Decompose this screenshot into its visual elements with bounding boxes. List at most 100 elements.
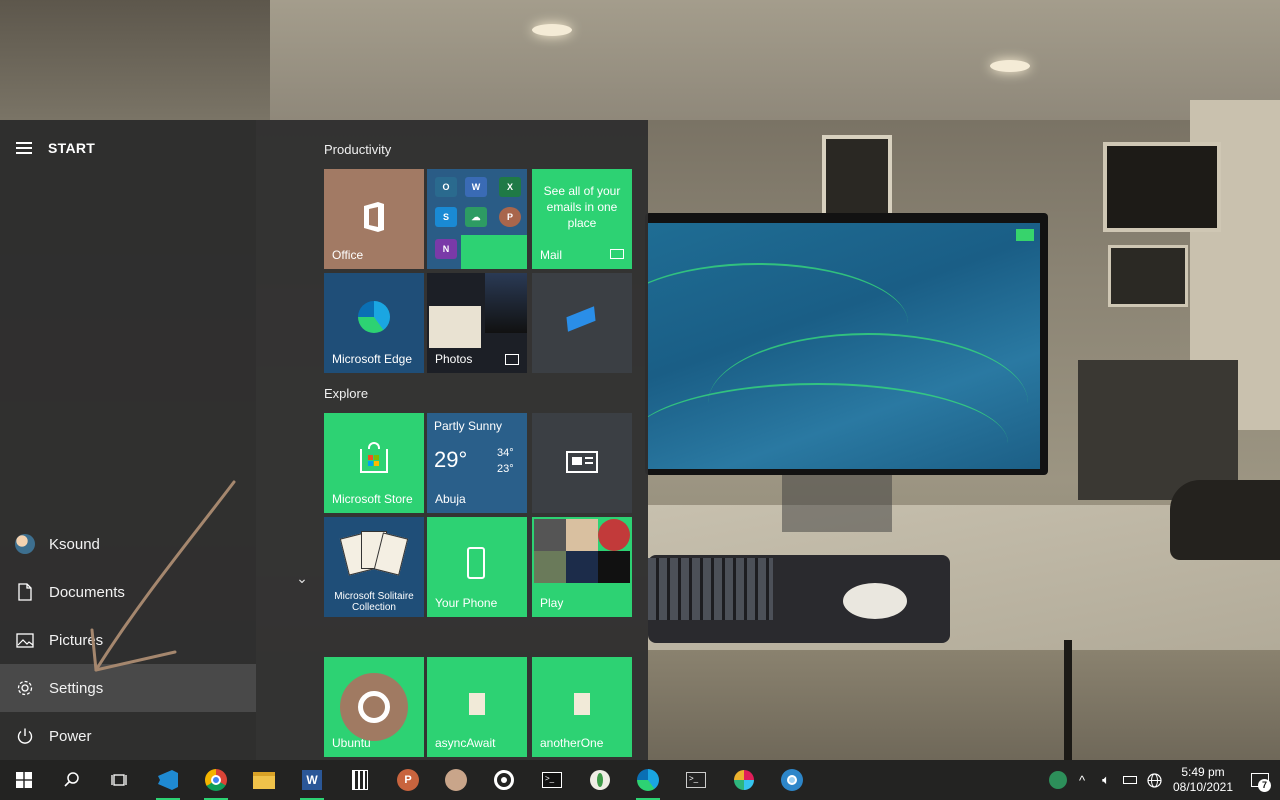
windows-logo-icon xyxy=(16,772,32,788)
wallpaper-shelf-unit xyxy=(1078,360,1238,500)
tile-your-phone[interactable]: Your Phone xyxy=(427,517,527,617)
wallpaper-monitor-stand xyxy=(782,470,892,532)
folder-icon xyxy=(253,771,275,789)
tile-mail[interactable]: See all of your emails in one place Mail xyxy=(532,169,632,269)
tile-office-apps-folder[interactable]: O W X S ☁ P N xyxy=(427,169,527,269)
music-icon xyxy=(494,770,514,790)
wallpaper-photo-frame xyxy=(1108,245,1188,307)
taskbar-chrome[interactable] xyxy=(192,760,240,800)
tile-weather[interactable]: Partly Sunny 29° 34° 23° Abuja xyxy=(427,413,527,513)
clock[interactable]: 5:49 pm 08/10/2021 xyxy=(1166,765,1240,795)
taskbar-file-explorer[interactable] xyxy=(240,760,288,800)
game-icon xyxy=(534,551,566,583)
wallpaper-monitor xyxy=(645,213,1048,475)
tile-app[interactable] xyxy=(532,273,632,373)
tile-label: Your Phone xyxy=(435,596,498,610)
tile-microsoft-edge[interactable]: Microsoft Edge xyxy=(324,273,424,373)
word-icon: W xyxy=(465,177,487,197)
file-icon xyxy=(574,693,590,715)
chrome-icon xyxy=(205,769,227,791)
taskbar-chromium[interactable] xyxy=(768,760,816,800)
avatar xyxy=(14,534,35,554)
chevron-down-icon[interactable]: ⌄ xyxy=(294,571,310,585)
power-icon xyxy=(0,712,49,760)
weather-low: 23° xyxy=(497,463,514,475)
volume-icon[interactable]: 🔈︎ xyxy=(1094,760,1118,800)
dolby-icon xyxy=(598,551,630,583)
hamburger-menu-icon[interactable] xyxy=(0,120,48,176)
tile-label: asyncAwait xyxy=(435,736,496,750)
battery-icon[interactable] xyxy=(1118,760,1142,800)
rail-item-power[interactable]: Power xyxy=(0,712,256,760)
rail-item-user[interactable]: Ksound xyxy=(0,520,256,568)
vscode-icon xyxy=(158,770,178,790)
search-button[interactable] xyxy=(48,760,96,800)
tile-microsoft-store[interactable]: Microsoft Store xyxy=(324,413,424,513)
group-header-productivity: Productivity xyxy=(324,142,392,157)
start-rail: START Ksound Documents Pictures Settings xyxy=(0,120,256,760)
taskbar-groove[interactable] xyxy=(480,760,528,800)
rail-item-documents[interactable]: Documents xyxy=(0,568,256,616)
onedrive-icon: ☁ xyxy=(465,207,487,227)
action-center-button[interactable]: 7 xyxy=(1240,760,1280,800)
onenote-icon: N xyxy=(435,239,457,259)
globe-icon[interactable] xyxy=(1142,760,1166,800)
powershell-icon: >_ xyxy=(686,772,706,788)
chevron-up-icon[interactable]: ^ xyxy=(1070,760,1094,800)
windows-start-button[interactable] xyxy=(0,760,48,800)
wallpaper-shelf xyxy=(0,0,270,120)
taskbar-mongodb[interactable] xyxy=(576,760,624,800)
word-icon: W xyxy=(302,770,322,790)
tile-another-one[interactable]: anotherOne xyxy=(532,657,632,757)
pen-icon xyxy=(445,769,467,791)
taskbar-powershell[interactable]: >_ xyxy=(672,760,720,800)
excel-icon: X xyxy=(499,177,521,197)
outlook-icon: O xyxy=(435,177,457,197)
rail-item-label: Ksound xyxy=(49,535,100,553)
tile-play-folder[interactable]: Play xyxy=(532,517,632,617)
taskbar-edge[interactable] xyxy=(624,760,672,800)
taskbar-word[interactable]: W xyxy=(288,760,336,800)
tile-label: Ubuntu xyxy=(332,736,371,750)
tray-app-icon[interactable] xyxy=(1046,760,1070,800)
store-icon xyxy=(360,442,388,473)
tile-solitaire[interactable]: Microsoft Solitaire Collection xyxy=(324,517,424,617)
app-icon xyxy=(566,306,596,332)
task-view-icon xyxy=(111,774,127,786)
wallpaper-light xyxy=(532,24,572,36)
taskbar-vscode[interactable] xyxy=(144,760,192,800)
calculator-icon xyxy=(352,770,368,790)
mail-message: See all of your emails in one place xyxy=(543,184,621,230)
start-title: START xyxy=(48,140,96,156)
phone-icon xyxy=(467,547,485,579)
taskbar-powerpoint[interactable]: P xyxy=(384,760,432,800)
tile-label: Office xyxy=(332,248,364,262)
tile-label: Microsoft Edge xyxy=(332,352,413,366)
tile-label: Photos xyxy=(435,352,473,366)
tile-label: anotherOne xyxy=(540,736,604,750)
tile-photos[interactable]: Photos xyxy=(427,273,527,373)
mongodb-icon xyxy=(590,770,610,790)
tile-office[interactable]: Office xyxy=(324,169,424,269)
tile-async-await[interactable]: asyncAwait xyxy=(427,657,527,757)
tile-label: Play xyxy=(540,596,564,610)
taskbar-terminal[interactable]: >_ xyxy=(528,760,576,800)
gear-icon xyxy=(0,664,49,712)
tile-news[interactable] xyxy=(532,413,632,513)
photoshop-icon xyxy=(566,551,598,583)
weather-city: Abuja xyxy=(435,492,466,506)
game-icon xyxy=(566,519,598,551)
rail-item-settings[interactable]: Settings xyxy=(0,664,256,712)
rail-item-pictures[interactable]: Pictures xyxy=(0,616,256,664)
wallpaper-desk-leg xyxy=(1064,640,1072,760)
task-view-button[interactable] xyxy=(96,760,144,800)
clock-date: 08/10/2021 xyxy=(1172,780,1234,794)
tile-label: Mail xyxy=(540,248,563,262)
wallpaper-poster xyxy=(822,135,892,220)
taskbar-slack[interactable] xyxy=(720,760,768,800)
taskbar: W P >_ >_ ^ 🔈︎ 5:49 pm 08/10/2021 7 xyxy=(0,760,1280,800)
taskbar-calculator[interactable] xyxy=(336,760,384,800)
taskbar-pen-app[interactable] xyxy=(432,760,480,800)
start-menu: START Ksound Documents Pictures Settings xyxy=(0,120,648,760)
tile-ubuntu[interactable]: Ubuntu xyxy=(324,657,424,757)
